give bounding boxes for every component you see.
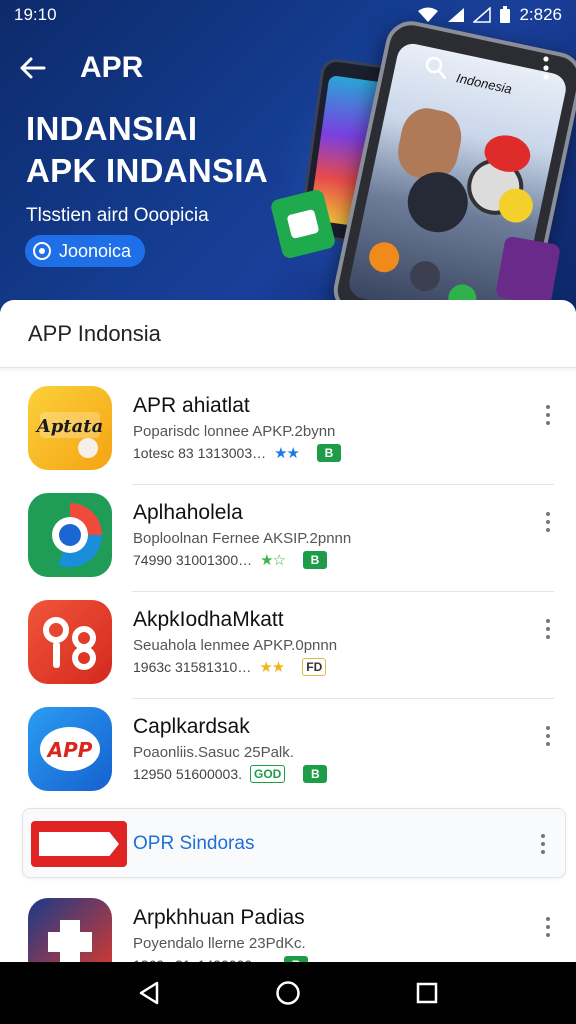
signal-icon-2 xyxy=(473,7,492,23)
hero-headline-line2: APK INDANSIA xyxy=(26,152,268,189)
app-name: APR ahiatlat xyxy=(133,394,250,417)
app-description: Poaonliis.Sasuc 25Palk. xyxy=(133,744,294,761)
app-name: Aplhaholela xyxy=(133,501,243,524)
purple-app-sticker xyxy=(495,235,561,307)
more-vertical-icon xyxy=(543,56,549,80)
status-bar: 19:10 2:826 xyxy=(0,0,576,30)
back-button[interactable] xyxy=(0,40,64,96)
list-item[interactable]: Aplhaholela Boploolnan Fernee AKSIP.2pnn… xyxy=(0,485,576,592)
app-description: Boploolnan Fernee AKSIP.2pnnn xyxy=(133,530,352,547)
status-badge: B xyxy=(303,551,328,569)
app-description: Seuahola lenmee APKP.0pnnn xyxy=(133,637,338,654)
item-more-button[interactable] xyxy=(538,721,558,751)
promo-banner[interactable]: OPR Sindoras xyxy=(22,808,566,878)
app-icon-chrome xyxy=(28,493,112,577)
status-badge: FD xyxy=(302,658,327,676)
search-icon xyxy=(425,56,447,80)
app-meta: 74990 31001300… ★☆ B xyxy=(133,551,328,569)
hero-chip-button[interactable]: Joonoica xyxy=(25,235,146,267)
app-name: Arpkhhuan Padias xyxy=(133,906,305,929)
nav-home-button[interactable] xyxy=(264,969,312,1017)
chip-icon xyxy=(33,242,51,260)
nav-back-button[interactable] xyxy=(125,969,173,1017)
rating-stars: ★☆ xyxy=(260,552,286,569)
status-time-right: 2:826 xyxy=(519,5,562,24)
svg-text:APP: APP xyxy=(46,738,93,762)
battery-icon xyxy=(500,6,511,23)
app-stats: 74990 31001300… xyxy=(133,552,253,568)
hero-headline: INDANSIAI APK INDANSIA xyxy=(26,108,268,192)
item-more-button[interactable] xyxy=(538,912,558,942)
status-badge: B xyxy=(317,444,342,462)
status-time: 19:10 xyxy=(14,5,57,24)
circle-home-icon xyxy=(276,981,300,1005)
svg-text:Aptata: Aptata xyxy=(35,416,104,437)
signal-icon xyxy=(448,8,465,22)
app-stats: 12950 51600003. xyxy=(133,766,242,782)
promo-logo xyxy=(31,821,127,867)
square-recents-icon xyxy=(416,982,437,1004)
more-options-button[interactable] xyxy=(530,52,562,84)
app-icon-blue-app: APP xyxy=(28,707,112,791)
app-description: Poparisdc lonnee APKP.2bynn xyxy=(133,423,336,440)
hero-subtitle: Tlsstien aird Ooopicia xyxy=(26,205,209,226)
item-more-button[interactable] xyxy=(538,614,558,644)
hero-chip-label: Joonoica xyxy=(59,240,132,261)
back-arrow-icon xyxy=(20,57,46,79)
item-more-button[interactable] xyxy=(538,507,558,537)
status-icons: 2:826 xyxy=(417,5,562,25)
app-list: Aptata APR ahiatlat Poparisdc lonnee APK… xyxy=(0,378,576,806)
app-meta: 1otesc 83 1313003… ★★ B xyxy=(133,444,342,462)
content-sheet: APP Indonsia Aptata APR ahiatlat Poparis… xyxy=(0,300,576,1024)
list-item[interactable]: APP Caplkardsak Poaonliis.Sasuc 25Palk. … xyxy=(0,699,576,806)
promo-label: OPR Sindoras xyxy=(133,833,255,854)
triangle-back-icon xyxy=(140,981,159,1005)
app-bar-title: APR xyxy=(80,51,144,84)
app-meta: 1963c 31581310… ★★ FD xyxy=(133,658,327,676)
status-badge: B xyxy=(303,765,328,783)
app-icon-yellow: Aptata xyxy=(28,386,112,470)
nav-recents-button[interactable] xyxy=(403,969,451,1017)
list-item[interactable]: AkpkIodhaMkatt Seuahola lenmee APKP.0pnn… xyxy=(0,592,576,699)
rating-stars: ★★ xyxy=(274,445,300,462)
section-title: APP Indonsia xyxy=(0,300,576,368)
app-icon-red xyxy=(28,600,112,684)
promo-more-button[interactable] xyxy=(533,829,553,859)
rating-stars: ★★ xyxy=(259,659,285,676)
app-stats: 1963c 31581310… xyxy=(133,659,252,675)
system-nav-bar xyxy=(0,962,576,1024)
app-description: Poyendalo llerne 23PdKc. xyxy=(133,935,306,952)
app-name: Caplkardsak xyxy=(133,715,250,738)
app-bar: APR xyxy=(0,40,576,96)
item-more-button[interactable] xyxy=(538,400,558,430)
app-name: AkpkIodhaMkatt xyxy=(133,608,284,631)
list-item[interactable]: Aptata APR ahiatlat Poparisdc lonnee APK… xyxy=(0,378,576,485)
search-button[interactable] xyxy=(418,50,454,86)
extra-badge: GOD xyxy=(250,765,286,783)
app-meta: 12950 51600003. GOD B xyxy=(133,765,328,783)
hero-headline-line1: INDANSIAI xyxy=(26,110,198,147)
app-stats: 1otesc 83 1313003… xyxy=(133,445,267,461)
wifi-icon xyxy=(418,7,439,22)
